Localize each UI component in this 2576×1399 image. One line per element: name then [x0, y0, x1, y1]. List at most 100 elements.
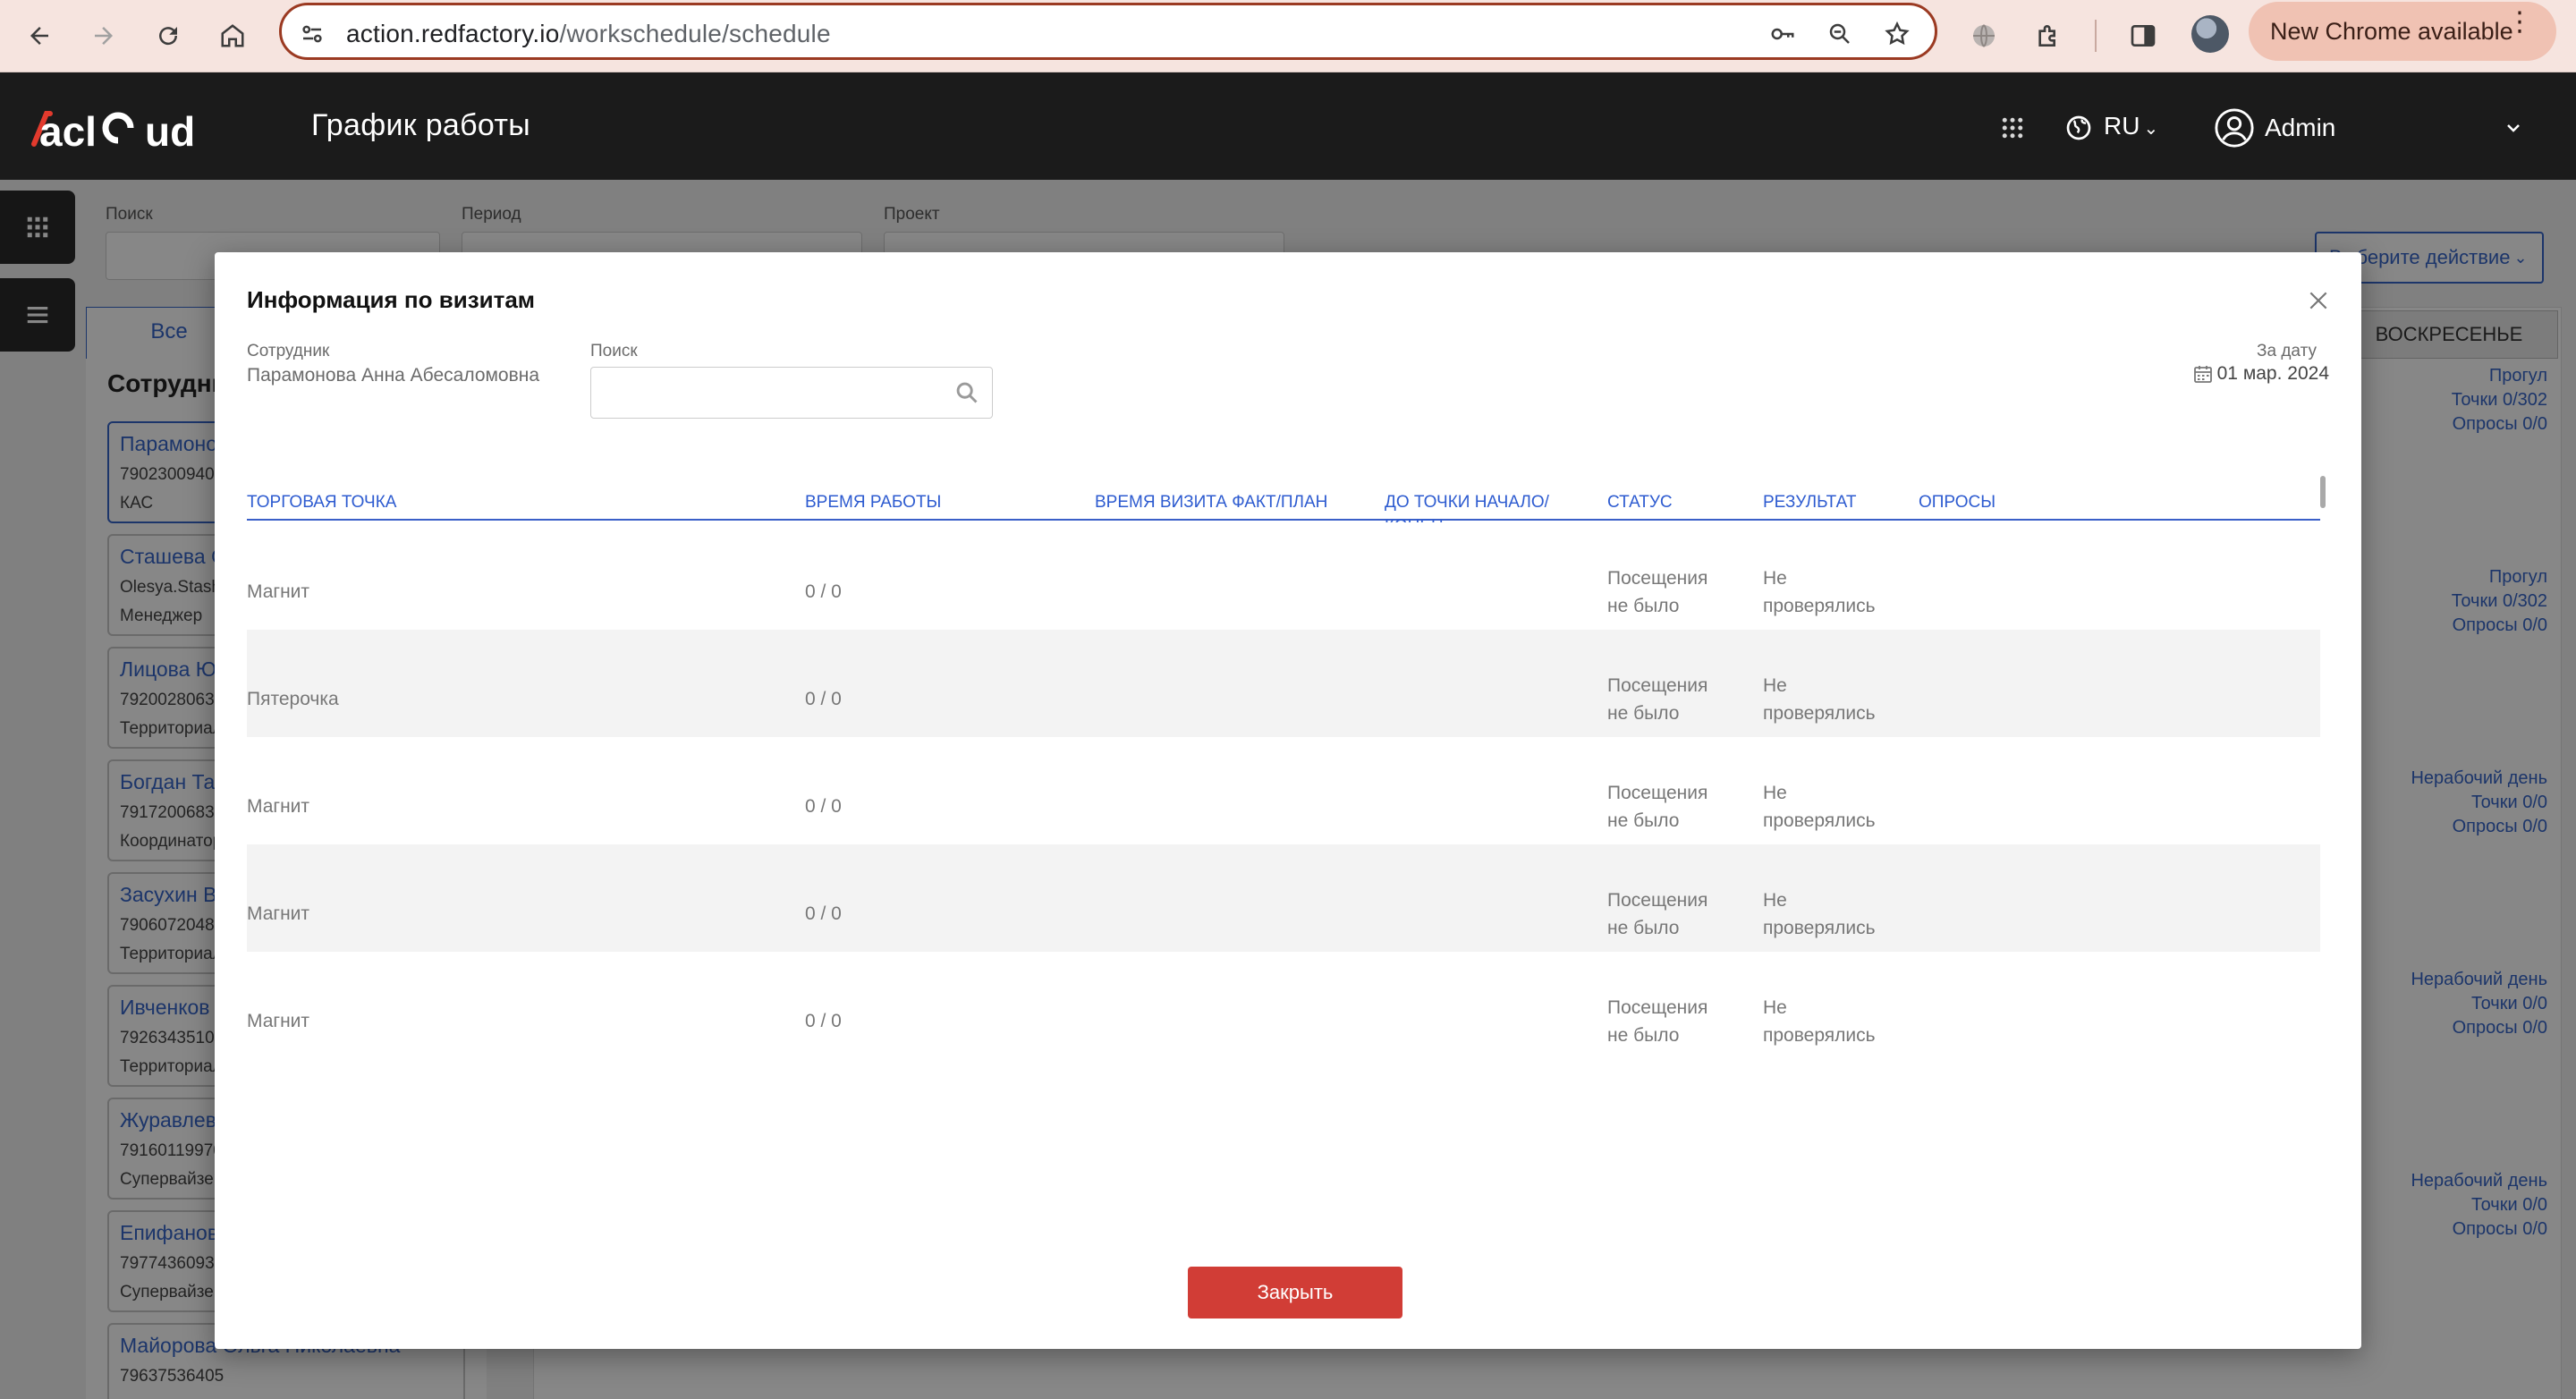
cell-result: Не проверялись	[1763, 994, 1876, 1049]
modal-search-label: Поиск	[590, 342, 638, 360]
svg-text:acl: acl	[39, 108, 97, 153]
table-row[interactable]: Пятерочка 0 / 0 Посещения не было Не проверял…	[247, 630, 2320, 737]
cell-status-line1: Посещения	[1607, 890, 1708, 911]
cell-result-line1: Не	[1763, 783, 1787, 803]
cell-result-line2: проверялись	[1763, 810, 1876, 831]
column-to-point-line1: ДО ТОЧКИ НАЧАЛО/	[1385, 493, 1549, 512]
url-domain: action.redfactory.io	[346, 20, 560, 47]
cell-status-line2: не было	[1607, 596, 1680, 616]
column-outlet[interactable]: ТОРГОВАЯ ТОЧКА	[247, 458, 396, 514]
user-avatar-icon[interactable]	[2213, 106, 2256, 149]
cell-status-line1: Посещения	[1607, 568, 1708, 589]
cell-result-line2: проверялись	[1763, 1025, 1876, 1046]
table-row[interactable]: Магнит 0 / 0 Посещения не было Не проверялись	[247, 844, 2320, 952]
more-vert-icon[interactable]: ⋮	[2506, 9, 2533, 36]
bookmark-star-icon[interactable]	[1879, 16, 1915, 52]
cell-status: Посещения не было	[1607, 779, 1707, 835]
cell-outlet: Магнит	[247, 1011, 310, 1031]
cell-status-line2: не было	[1607, 918, 1680, 938]
table-scrollbar[interactable]	[2318, 435, 2327, 1204]
svg-text:ud: ud	[145, 108, 195, 153]
column-status[interactable]: СТАТУС	[1607, 458, 1673, 514]
cell-status-line1: Посещения	[1607, 783, 1708, 803]
date-label: За дату	[2257, 342, 2317, 360]
page-title: График работы	[311, 108, 530, 142]
chevron-down-icon: ⌄	[2143, 119, 2159, 139]
cell-work-time: 0 / 0	[805, 796, 842, 817]
cell-status-line2: не было	[1607, 703, 1680, 724]
user-menu-chevron-icon[interactable]	[2497, 112, 2529, 144]
chrome-update-button[interactable]: New Chrome available ⋮	[2249, 2, 2556, 61]
home-icon[interactable]	[209, 13, 256, 59]
cell-status: Посещения не было	[1607, 672, 1707, 727]
cell-status: Посещения не было	[1607, 886, 1707, 942]
cell-work-time: 0 / 0	[805, 689, 842, 709]
globe-extension-icon[interactable]	[1961, 13, 2007, 59]
scrollbar-thumb[interactable]	[2320, 476, 2326, 508]
cell-status-line2: не было	[1607, 1025, 1680, 1046]
cell-result-line2: проверялись	[1763, 918, 1876, 938]
password-key-icon[interactable]	[1765, 16, 1801, 52]
modal-search-input[interactable]	[590, 367, 993, 419]
globe-language-icon[interactable]	[2063, 112, 2095, 144]
language-label: RU	[2104, 112, 2140, 140]
forward-arrow-icon[interactable]	[80, 13, 127, 59]
close-button[interactable]: Закрыть	[1188, 1267, 1402, 1318]
address-bar[interactable]: action.redfactory.io/workschedule/schedu…	[279, 3, 1937, 60]
cell-work-time: 0 / 0	[805, 903, 842, 924]
extensions-puzzle-icon[interactable]	[2025, 13, 2072, 59]
url-path: /workschedule/schedule	[559, 20, 831, 47]
table-row[interactable]: Магнит 0 / 0 Посещения не было Не проверялись	[247, 737, 2320, 844]
cell-result-line1: Не	[1763, 568, 1787, 589]
cell-status: Посещения не было	[1607, 994, 1707, 1049]
close-icon[interactable]	[2302, 284, 2334, 317]
back-arrow-icon[interactable]	[16, 13, 63, 59]
cell-outlet: Магнит	[247, 903, 310, 924]
cell-work-time: 0 / 0	[805, 1011, 842, 1031]
apps-grid-icon[interactable]	[1996, 112, 2029, 144]
cell-status-line1: Посещения	[1607, 675, 1708, 696]
column-result[interactable]: РЕЗУЛЬТАТ	[1763, 458, 1856, 514]
cell-outlet: Магнит	[247, 581, 310, 602]
side-panel-icon[interactable]	[2120, 13, 2166, 59]
visits-table-body: Магнит 0 / 0 Посещения не было Не проверялись…	[247, 522, 2320, 1052]
date-field: 01 мар. 2024	[2192, 363, 2329, 385]
table-row[interactable]: Магнит 0 / 0 Посещения не было Не проверялись	[247, 522, 2320, 630]
app-header: acl ud График работы RU ⌄ Admin	[0, 72, 2576, 180]
cell-status: Посещения не было	[1607, 564, 1707, 620]
cell-result: Не проверялись	[1763, 779, 1876, 835]
cell-result-line2: проверялись	[1763, 703, 1876, 724]
browser-toolbar: action.redfactory.io/workschedule/schedu…	[0, 0, 2576, 72]
column-surveys[interactable]: ОПРОСЫ	[1919, 458, 1996, 514]
cell-result-line1: Не	[1763, 675, 1787, 696]
column-work-time[interactable]: ВРЕМЯ РАБОТЫ	[805, 458, 941, 514]
cell-result: Не проверялись	[1763, 886, 1876, 942]
date-value: 01 мар. 2024	[2216, 363, 2329, 384]
language-selector[interactable]: RU ⌄	[2104, 112, 2158, 140]
cell-result-line2: проверялись	[1763, 596, 1876, 616]
table-row[interactable]: Магнит 0 / 0 Посещения не было Не проверялись	[247, 952, 2320, 1052]
user-name[interactable]: Admin	[2265, 114, 2335, 142]
cell-result-line1: Не	[1763, 890, 1787, 911]
cell-result: Не проверялись	[1763, 672, 1876, 727]
calendar-icon	[2193, 366, 2212, 383]
search-icon[interactable]	[954, 380, 979, 405]
employee-value: Парамонова Анна Абесаломовна	[247, 365, 540, 386]
cell-outlet: Магнит	[247, 796, 310, 817]
toolbar-divider	[2095, 20, 2097, 52]
cell-result: Не проверялись	[1763, 564, 1876, 620]
reload-icon[interactable]	[145, 13, 191, 59]
employee-label: Сотрудник	[247, 342, 330, 360]
modal-title: Информация по визитам	[247, 286, 536, 313]
url-text: action.redfactory.io/workschedule/schedu…	[346, 20, 831, 48]
cell-status-line2: не было	[1607, 810, 1680, 831]
cell-status-line1: Посещения	[1607, 997, 1708, 1018]
chrome-update-label: New Chrome available	[2270, 17, 2513, 45]
column-visit-time[interactable]: ВРЕМЯ ВИЗИТА ФАКТ/ПЛАН	[1095, 458, 1327, 514]
visits-info-modal: Информация по визитам Сотрудник Парамоно…	[215, 252, 2361, 1349]
zoom-icon[interactable]	[1822, 16, 1858, 52]
cell-result-line1: Не	[1763, 997, 1787, 1018]
profile-avatar[interactable]	[2191, 15, 2229, 53]
site-settings-icon[interactable]	[294, 16, 330, 52]
acloud-logo: acl ud	[31, 108, 195, 153]
